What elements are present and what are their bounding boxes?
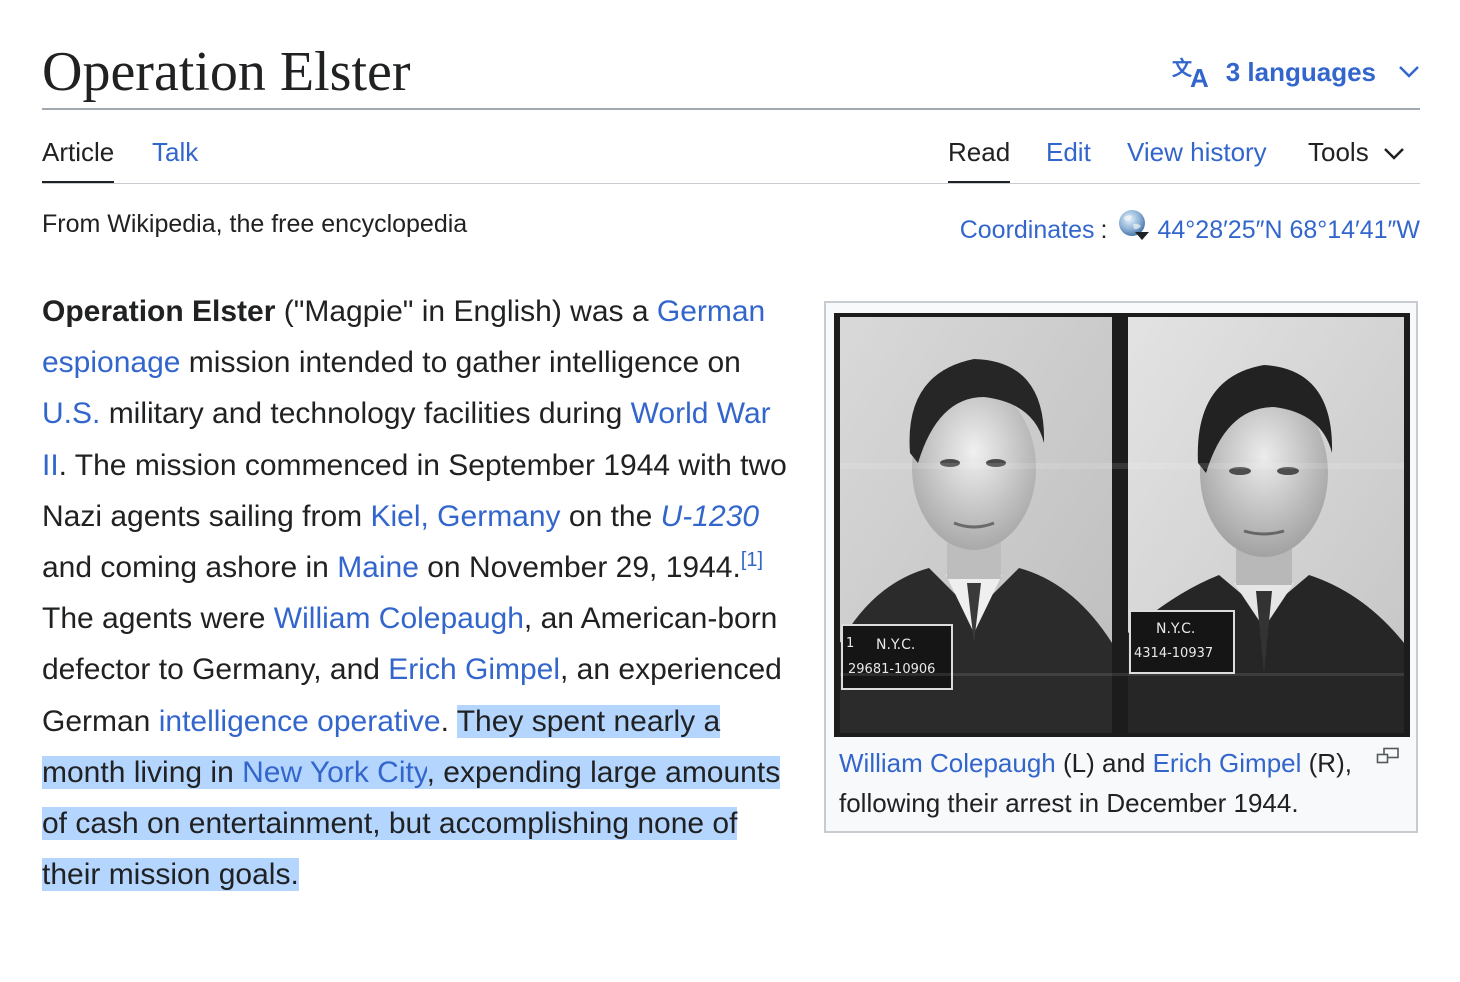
svg-text:1: 1 bbox=[846, 636, 854, 651]
lead-text: on the bbox=[560, 499, 661, 533]
reference-1: [1] bbox=[741, 549, 763, 571]
tab-view-history[interactable]: View history bbox=[1127, 132, 1267, 184]
link-intelligence-operative[interactable]: intelligence operative bbox=[159, 705, 441, 738]
tools-menu-button[interactable]: Tools bbox=[1308, 132, 1405, 172]
infobox-figure: 1 N.Y.C. 29681-10906 N.Y.C. 4314-10937 W… bbox=[824, 301, 1418, 833]
svg-text:N.Y.C.: N.Y.C. bbox=[876, 637, 915, 653]
tab-article[interactable]: Article bbox=[42, 132, 115, 184]
tab-edit[interactable]: Edit bbox=[1046, 132, 1091, 184]
caption-text: (L) and bbox=[1055, 748, 1153, 778]
svg-text:4314-10937: 4314-10937 bbox=[1134, 646, 1213, 661]
title-divider bbox=[42, 108, 1420, 110]
reference-1-link[interactable]: [1] bbox=[741, 549, 763, 571]
lead-text: on November 29, 1944. bbox=[418, 551, 741, 585]
link-william-colepaugh[interactable]: William Colepaugh bbox=[274, 602, 524, 635]
link-kiel-germany[interactable]: Kiel, Germany bbox=[370, 500, 560, 533]
language-selector-button[interactable]: 文 A 3 languages bbox=[1172, 52, 1420, 92]
tabs-divider bbox=[42, 183, 1420, 184]
globe-icon[interactable] bbox=[1117, 208, 1151, 252]
language-count-label: 3 languages bbox=[1225, 56, 1376, 87]
tools-label: Tools bbox=[1308, 136, 1369, 167]
coordinates-label-link[interactable]: Coordinates bbox=[960, 212, 1095, 248]
lead-text: military and technology facilities durin… bbox=[100, 397, 631, 431]
link-u-1230[interactable]: U-1230 bbox=[661, 500, 759, 533]
article-subject-bold: Operation Elster bbox=[42, 295, 276, 328]
page-title: Operation Elster bbox=[42, 41, 411, 103]
coordinates: Coordinates: 44°28′25″N 68°14′41″W bbox=[960, 208, 1420, 252]
svg-text:N.Y.C.: N.Y.C. bbox=[1156, 621, 1195, 637]
right-sign: N.Y.C. 4314-10937 bbox=[1129, 610, 1235, 674]
left-sign: 1 N.Y.C. 29681-10906 bbox=[841, 624, 953, 690]
figure-caption: William Colepaugh (L) and Erich Gimpel (… bbox=[839, 743, 1399, 823]
coordinates-colon: : bbox=[1100, 216, 1108, 244]
lead-text: . bbox=[440, 704, 457, 738]
caption-link-william-colepaugh[interactable]: William Colepaugh bbox=[839, 748, 1056, 778]
mugshot-photo[interactable]: 1 N.Y.C. 29681-10906 N.Y.C. 4314-10937 bbox=[834, 313, 1410, 737]
tab-read[interactable]: Read bbox=[948, 132, 1011, 184]
lead-text: ("Magpie" in English) was a bbox=[275, 295, 657, 328]
link-new-york-city[interactable]: New York City bbox=[242, 755, 427, 789]
link-erich-gimpel[interactable]: Erich Gimpel bbox=[388, 653, 560, 686]
site-tagline: From Wikipedia, the free encyclopedia bbox=[42, 210, 468, 238]
tab-talk[interactable]: Talk bbox=[152, 132, 198, 184]
caption-link-erich-gimpel[interactable]: Erich Gimpel bbox=[1153, 748, 1302, 778]
enlarge-icon[interactable] bbox=[1376, 747, 1400, 770]
coordinates-value-link[interactable]: 44°28′25″N 68°14′41″W bbox=[1157, 212, 1420, 248]
chevron-down-icon bbox=[1383, 137, 1405, 168]
svg-text:A: A bbox=[1190, 63, 1209, 89]
link-us[interactable]: U.S. bbox=[42, 397, 100, 430]
lead-text: The agents were bbox=[42, 602, 274, 636]
chevron-down-icon bbox=[1398, 65, 1420, 79]
link-u-1230-text: U-1230 bbox=[660, 499, 760, 533]
lead-paragraph: Operation Elster ("Magpie" in English) w… bbox=[42, 286, 802, 900]
lead-text: and coming ashore in bbox=[42, 551, 338, 585]
translate-icon: 文 A bbox=[1172, 55, 1214, 89]
lead-text: mission intended to gather intelligence … bbox=[180, 346, 741, 380]
link-maine[interactable]: Maine bbox=[337, 551, 419, 584]
